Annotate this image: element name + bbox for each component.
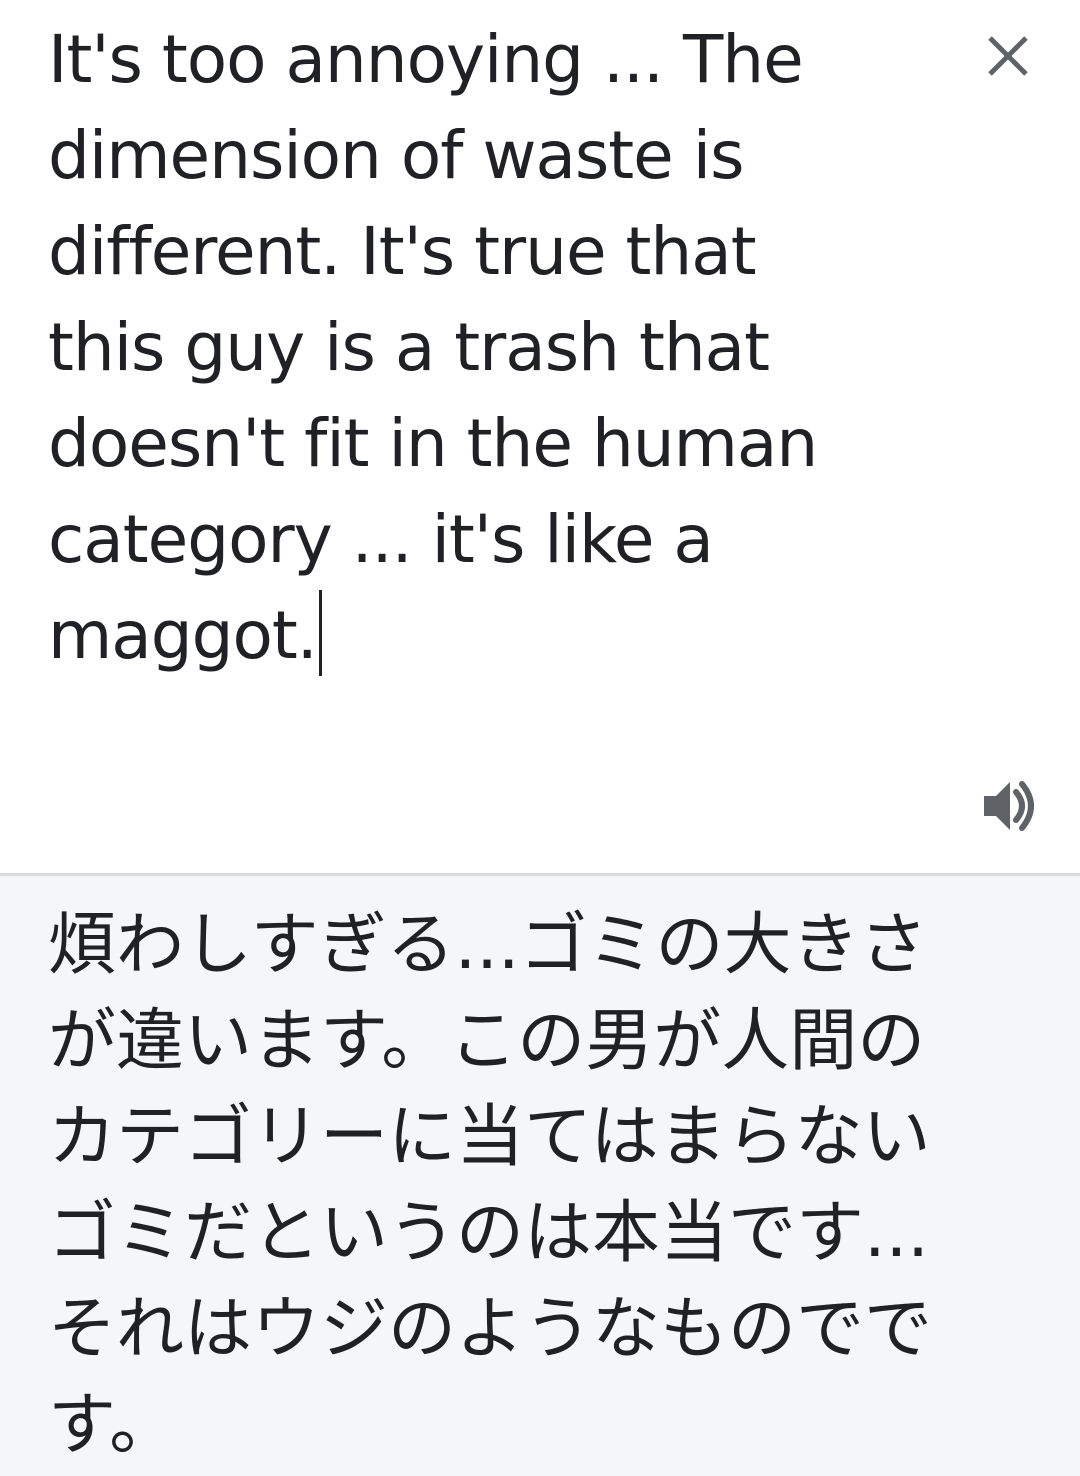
translation-line: カテゴリーに当てはまらない — [48, 1098, 931, 1177]
translation-line: ゴミだというのは本当です... — [48, 1194, 929, 1273]
clear-text-button[interactable] — [978, 26, 1038, 86]
volume-icon — [984, 781, 1034, 831]
translation-line: が違います。この男が人間の — [48, 1002, 926, 1081]
source-text-input[interactable]: It's too annoying ... The dimension of w… — [48, 12, 848, 684]
translation-panel: 煩わしすぎる...ゴミの大きさ が違います。この男が人間の カテゴリーに当てはま… — [0, 876, 1080, 1476]
source-line: different. It's true that — [48, 213, 757, 290]
text-caret — [318, 590, 322, 676]
translation-line: それはウジのようなものでで — [48, 1290, 933, 1369]
translation-text: 煩わしすぎる...ゴミの大きさ が違います。この男が人間の カテゴリーに当てはま… — [48, 898, 1038, 1474]
source-line: doesn't fit in the human — [48, 405, 818, 482]
translation-line: 煩わしすぎる...ゴミの大きさ — [48, 906, 928, 985]
translation-line: す。 — [48, 1386, 178, 1465]
listen-source-button[interactable] — [972, 770, 1044, 842]
source-line: category ... it's like a — [48, 501, 714, 578]
source-line: maggot. — [48, 597, 318, 674]
source-line: this guy is a trash that — [48, 309, 770, 386]
source-panel: It's too annoying ... The dimension of w… — [0, 0, 1080, 873]
source-line: It's too annoying ... The — [48, 21, 804, 98]
source-line: dimension of waste is — [48, 117, 744, 194]
close-icon — [988, 36, 1028, 76]
